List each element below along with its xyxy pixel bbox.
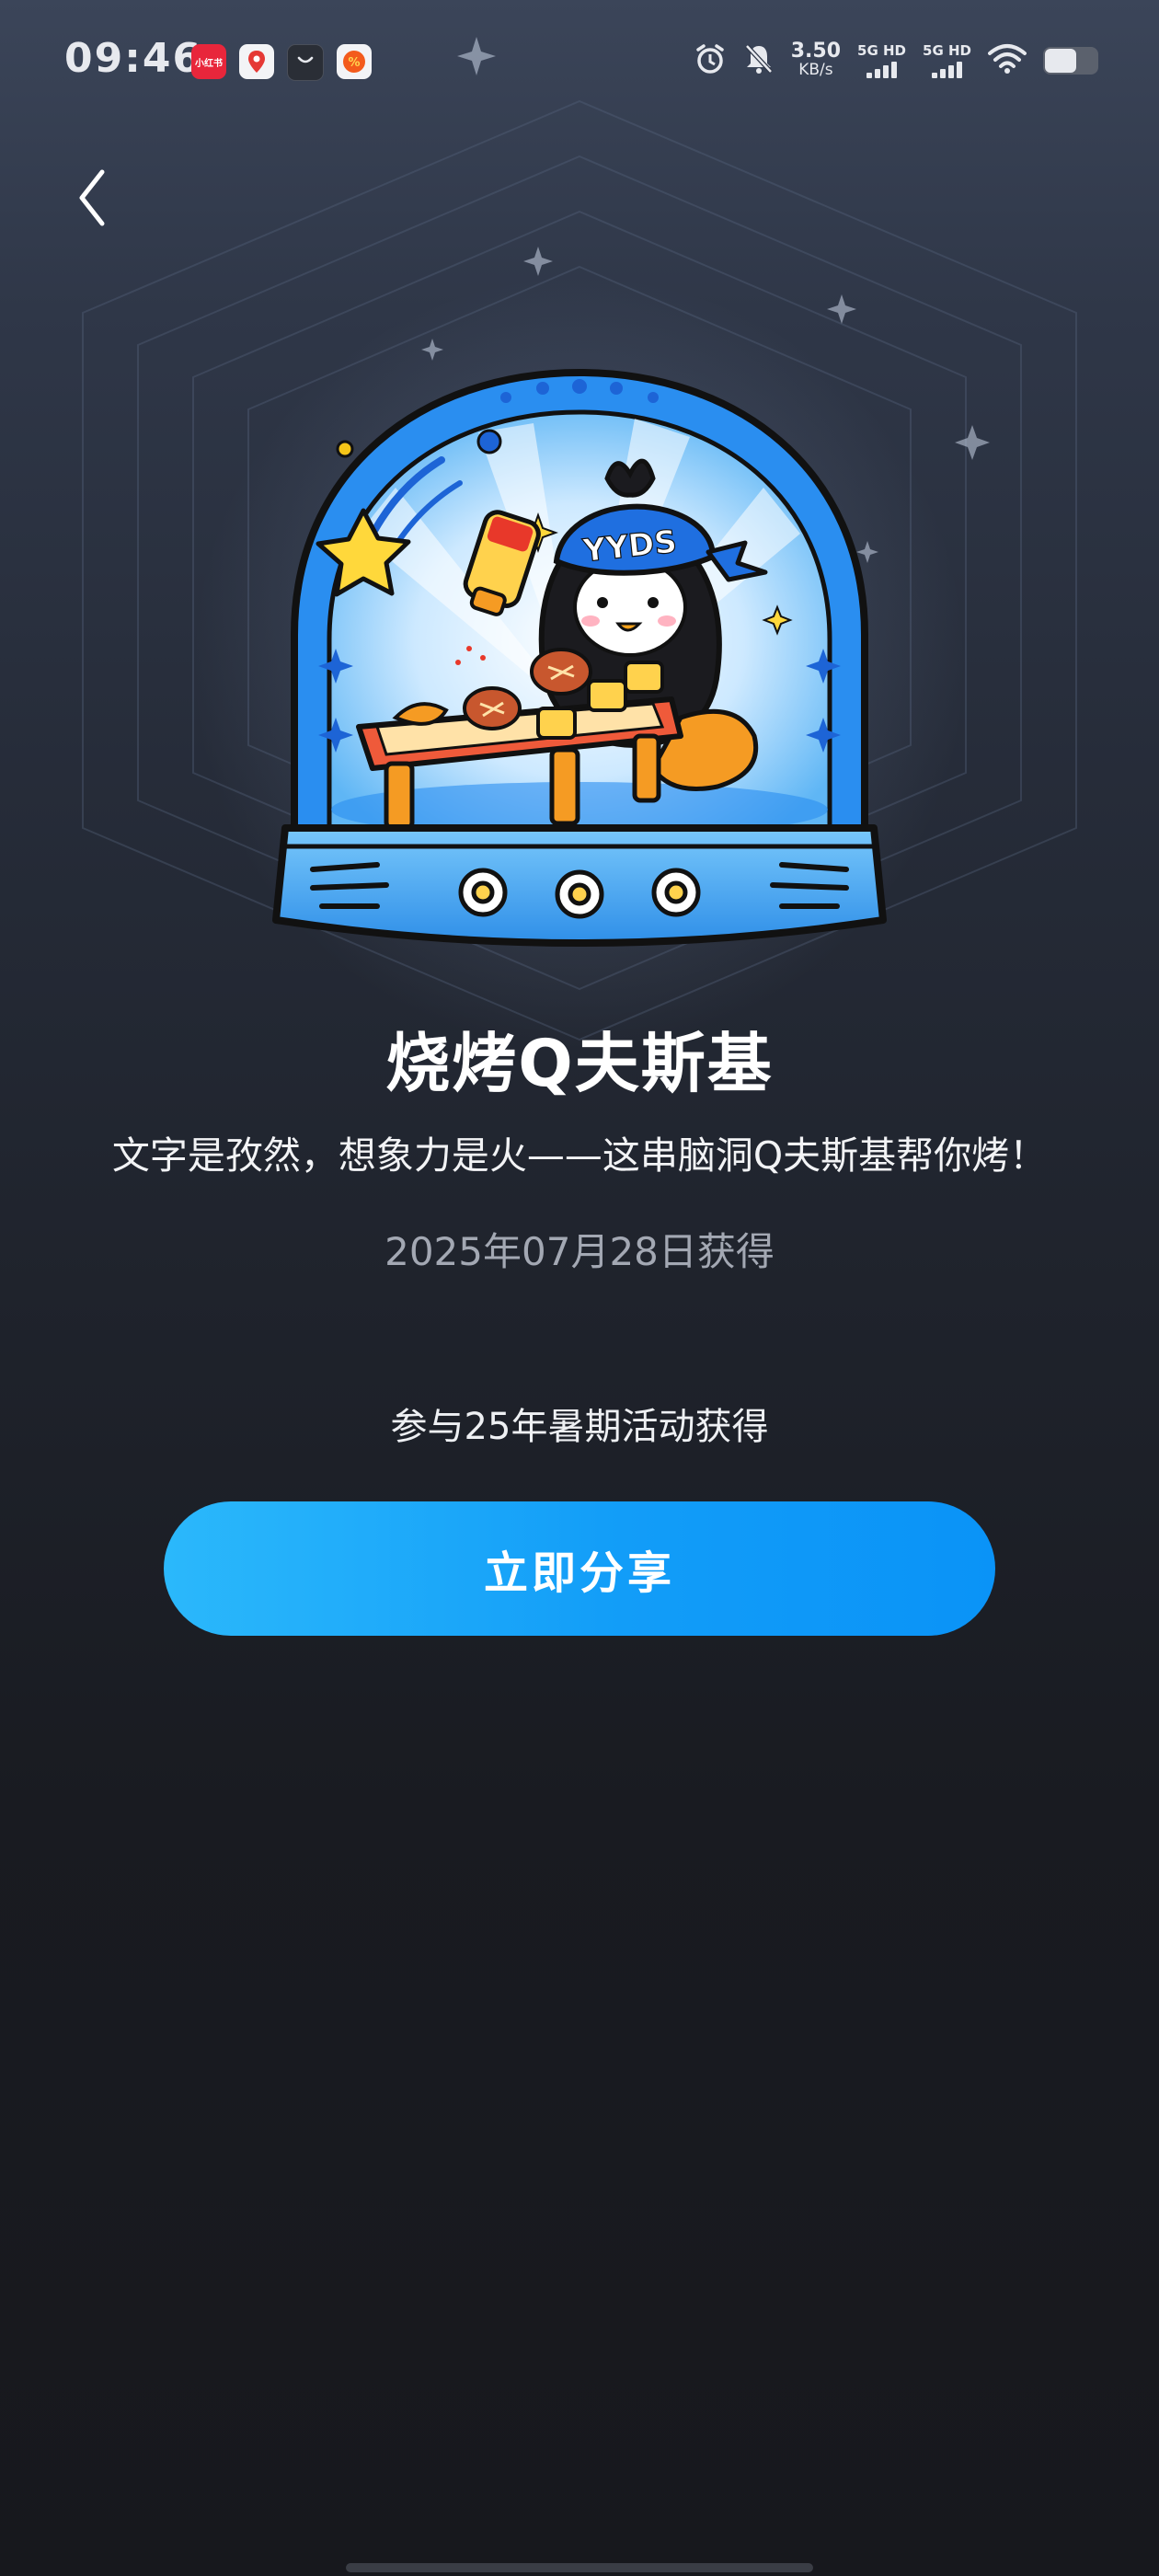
home-indicator[interactable] — [346, 2563, 813, 2572]
system-status-icons: 3.50 KB/s 5G HD 5G HD — [694, 40, 1098, 80]
back-button[interactable] — [64, 156, 120, 239]
sim1-signal-bars-icon — [866, 62, 898, 78]
notification-icons: 小红书 % — [191, 44, 372, 81]
mute-bell-icon — [743, 42, 775, 79]
status-bar: 09:46 小红书 % 3.50 KB/s 5G HD 5G HD — [0, 0, 1159, 120]
svg-text:%: % — [348, 56, 360, 70]
shopping-bag-app-icon — [287, 44, 324, 81]
badge-obtained-date: 2025年07月28日获得 — [384, 1229, 775, 1274]
battery-icon — [1043, 47, 1098, 75]
alarm-icon — [694, 42, 727, 79]
sim2-signal-bars-icon — [932, 62, 962, 78]
xiaohongshu-icon-text: 小红书 — [195, 58, 223, 69]
sim2-label: 5G HD — [923, 42, 971, 59]
sim1-label: 5G HD — [857, 42, 907, 59]
sim2-signal: 5G HD — [923, 43, 971, 78]
badge-image: YYDS — [248, 331, 911, 994]
network-speed-unit: KB/s — [798, 61, 833, 79]
status-time: 09:46 — [64, 35, 203, 82]
sim1-signal: 5G HD — [857, 43, 906, 78]
xiaohongshu-app-icon: 小红书 — [191, 44, 226, 79]
orange-coupon-app-icon: % — [337, 44, 372, 79]
share-now-button[interactable]: 立即分享 — [164, 1501, 995, 1636]
map-pin-app-icon — [239, 44, 274, 79]
badge-title: 烧烤Q夫斯基 — [385, 1026, 774, 1101]
chevron-left-icon — [79, 169, 105, 226]
badge-obtained-via: 参与25年暑期活动获得 — [390, 1406, 769, 1448]
network-speed-value: 3.50 — [790, 40, 842, 63]
snow-globe-penguin-grill-illustration: YYDS — [272, 368, 887, 947]
network-speed: 3.50 KB/s — [790, 40, 842, 80]
wifi-icon — [988, 43, 1027, 78]
badge-description: 文字是孜然，想象力是火——这串脑洞Q夫斯基帮你烤！ — [111, 1133, 1048, 1178]
